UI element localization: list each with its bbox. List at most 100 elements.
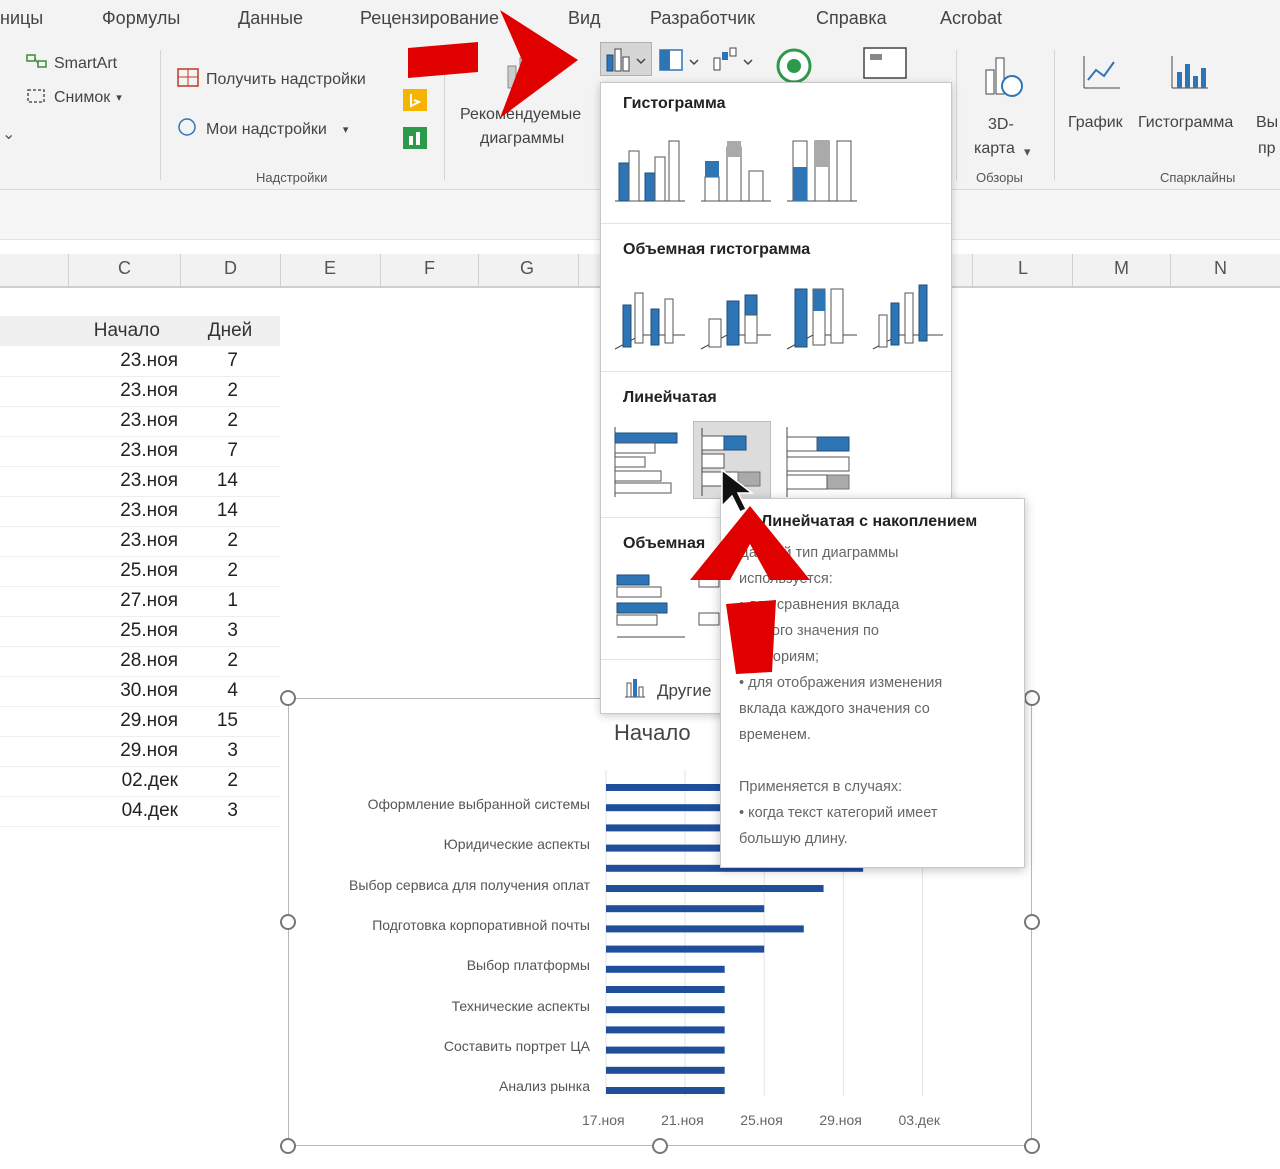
3d-stacked-column-option[interactable] [697,275,775,353]
cell-start-date[interactable]: 29.ноя [0,706,178,736]
cell-start-date[interactable]: 23.ноя [0,526,178,556]
column-chart-icon [623,677,647,704]
resize-handle[interactable] [1024,1138,1040,1154]
cell-days[interactable]: 7 [180,436,238,466]
cell-start-date[interactable]: 23.ноя [0,436,178,466]
cell-days[interactable]: 2 [180,526,238,556]
tab-page-layout[interactable]: ницы [0,8,43,29]
3d-clustered-bar-option[interactable] [611,569,689,647]
cell-days[interactable]: 3 [180,616,238,646]
tab-help[interactable]: Справка [816,8,887,29]
sparkline-column-button[interactable]: Гистограмма [1138,52,1250,142]
sparkline-winloss-label-2: пр [1258,140,1276,157]
waterfall-chart-button[interactable] [712,46,758,79]
column-header-l[interactable]: L [1018,258,1028,279]
cell-start-date[interactable]: 23.ноя [0,466,178,496]
sparkline-column-label: Гистограмма [1138,114,1234,131]
resize-handle[interactable] [1024,690,1040,706]
column-header-n[interactable]: N [1214,258,1227,279]
smartart-button[interactable]: SmartArt [26,52,117,75]
cell-start-date[interactable]: 25.ноя [0,616,178,646]
cell-days[interactable]: 3 [180,736,238,766]
cell-start-date[interactable]: 23.ноя [0,376,178,406]
cell-days[interactable]: 4 [180,676,238,706]
cell-start-date[interactable]: 25.ноя [0,556,178,586]
cell-days[interactable]: 2 [180,556,238,586]
chart-x-tick-label: 03.дек [898,1112,940,1128]
column-header-m[interactable]: M [1114,258,1129,279]
cell-days[interactable]: 2 [180,646,238,676]
tab-acrobat[interactable]: Acrobat [940,8,1002,29]
cell-days[interactable]: 15 [180,706,238,736]
3d-map-button[interactable]: 3D- карта ▾ [970,50,1040,160]
column-header-g[interactable]: G [520,258,534,279]
sparkline-column-icon [1168,52,1212,97]
cell-start-date[interactable]: 23.ноя [0,496,178,526]
cell-start-date[interactable]: 30.ноя [0,676,178,706]
clustered-bar-option[interactable] [611,423,689,501]
hierarchy-chart-button[interactable] [658,46,704,79]
more-charts-link[interactable]: Другие [623,677,711,704]
cell-days[interactable]: 2 [180,376,238,406]
cell-days[interactable]: 2 [180,766,238,796]
column-header-c[interactable]: C [118,258,131,279]
chart-category-label: Составить портрет ЦА [443,1037,590,1054]
people-graph-icon[interactable] [402,126,428,155]
get-addins-button[interactable]: Получить надстройки [176,66,366,93]
column-divider [280,254,281,288]
header-cell-days[interactable]: Дней [180,316,280,346]
cell-start-date[interactable]: 04.дек [0,796,178,826]
cell-start-date[interactable]: 28.ноя [0,646,178,676]
cell-days[interactable]: 3 [180,796,238,826]
more-charts-label: Другие [657,680,712,700]
clustered-column-option[interactable] [611,127,689,205]
stacked-100-bar-option[interactable] [783,423,861,501]
3d-column-option[interactable] [869,275,947,353]
resize-handle[interactable] [280,690,296,706]
divider [956,50,957,180]
cell-days[interactable]: 7 [180,346,238,376]
smartart-label: SmartArt [54,54,118,72]
column-divider [380,254,381,288]
column-header-f[interactable]: F [424,258,435,279]
column-header-d[interactable]: D [224,258,237,279]
pivot-chart-button[interactable] [862,46,910,85]
column-divider [180,254,181,288]
sparkline-line-button[interactable]: График [1066,52,1132,142]
stacked-100-column-option[interactable] [783,127,861,205]
cell-start-date[interactable]: 29.ноя [0,736,178,766]
cell-start-date[interactable]: 27.ноя [0,586,178,616]
resize-handle[interactable] [280,1138,296,1154]
chart-x-tick-label: 25.ноя [740,1112,783,1128]
chart-x-tick-label: 21.ноя [661,1112,704,1128]
column-header-e[interactable]: E [324,258,336,279]
resize-handle[interactable] [1024,914,1040,930]
tab-data[interactable]: Данные [238,8,303,29]
stacked-column-option[interactable] [697,127,775,205]
3d-stacked-100-column-option[interactable] [783,275,861,353]
cell-start-date[interactable]: 02.дек [0,766,178,796]
chevron-down-icon[interactable]: ⌄ [2,124,15,144]
insert-column-chart-button[interactable] [600,42,652,76]
tab-formulas[interactable]: Формулы [102,8,180,29]
resize-handle[interactable] [652,1138,668,1154]
sparkline-winloss-label[interactable]: Вы [1256,114,1278,132]
header-cell-start[interactable]: Начало [0,316,180,346]
chevron-down-icon: ▾ [342,124,349,136]
cell-days[interactable]: 14 [180,496,238,526]
3d-clustered-column-option[interactable] [611,275,689,353]
get-addins-label: Получить надстройки [206,70,366,88]
snapshot-button[interactable]: Снимок ▾ [26,86,122,109]
cell-days[interactable]: 1 [180,586,238,616]
my-addins-button[interactable]: Мои надстройки ▾ [176,116,348,143]
cell-start-date[interactable]: 23.ноя [0,406,178,436]
resize-handle[interactable] [280,914,296,930]
tooltip-line: временем. [739,727,811,743]
tab-developer[interactable]: Разработчик [650,8,755,29]
cell-start-date[interactable]: 23.ноя [0,346,178,376]
chart-title[interactable]: Начало [614,720,691,746]
cell-days[interactable]: 14 [180,466,238,496]
divider [160,50,161,180]
tours-group-label: Обзоры [976,170,1023,185]
cell-days[interactable]: 2 [180,406,238,436]
